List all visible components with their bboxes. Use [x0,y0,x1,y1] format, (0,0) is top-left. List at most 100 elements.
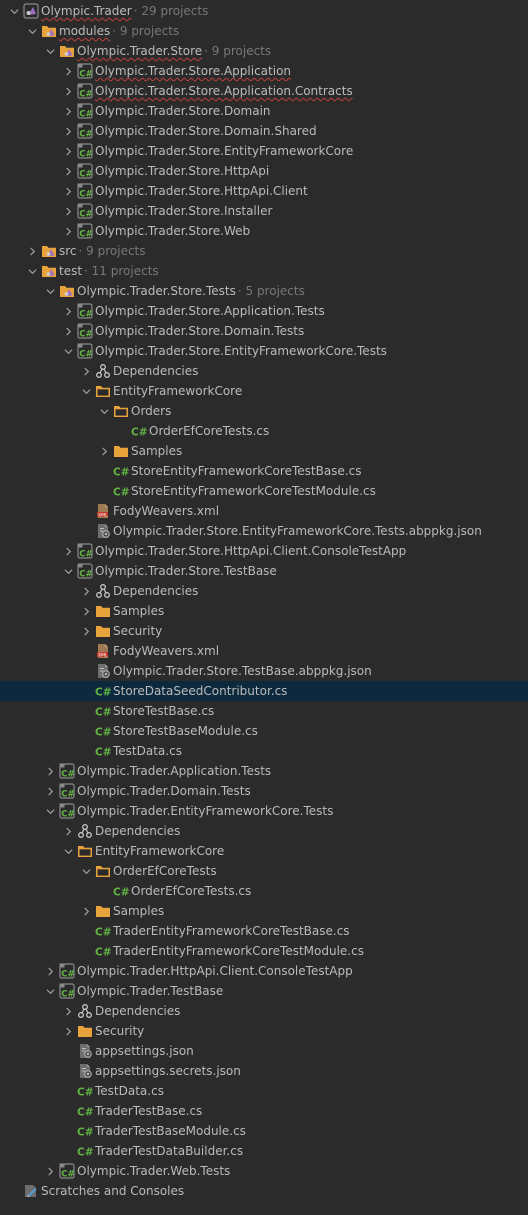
tree-row[interactable]: Security [0,1021,528,1041]
tree-row[interactable]: C# Olympic.Trader.Store.HttpApi.Client [0,181,528,201]
expand-arrow-closed-icon[interactable] [59,81,77,101]
expand-arrow-closed-icon[interactable] [59,1021,77,1041]
expand-arrow-closed-icon[interactable] [41,761,59,781]
tree-row[interactable]: C# Olympic.Trader.Store.Installer [0,201,528,221]
tree-row[interactable]: C# Olympic.Trader.Domain.Tests [0,781,528,801]
tree-row[interactable]: appsettings.secrets.json [0,1061,528,1081]
expand-arrow-closed-icon[interactable] [59,1001,77,1021]
tree-row[interactable]: Dependencies [0,1001,528,1021]
tree-row[interactable]: C# Olympic.Trader.Store.Domain [0,101,528,121]
expand-arrow-open-icon[interactable] [41,41,59,61]
tree-row[interactable]: C# TraderEntityFrameworkCoreTestModule.cs [0,941,528,961]
expand-arrow-closed-icon[interactable] [77,621,95,641]
tree-row[interactable]: C# Olympic.Trader.Store.Application.Contr… [0,81,528,101]
tree-row[interactable]: C# StoreTestBaseModule.cs [0,721,528,741]
tree-row-selected[interactable]: C# StoreDataSeedContributor.cs [0,681,528,701]
expand-arrow-closed-icon[interactable] [41,1161,59,1181]
tree-row[interactable]: C# Olympic.Trader.Store.EntityFrameworkCo… [0,341,528,361]
tree-row[interactable]: C# TestData.cs [0,1081,528,1101]
expand-arrow-open-icon[interactable] [5,1,23,21]
tree-row[interactable]: C# Olympic.Trader.HttpApi.Client.ConsoleT… [0,961,528,981]
tree-row[interactable]: C# OrderEfCoreTests.cs [0,421,528,441]
tree-row[interactable]: C# Olympic.Trader.Store.Domain.Shared [0,121,528,141]
expand-arrow-closed-icon[interactable] [59,161,77,181]
expand-arrow-open-icon[interactable] [59,561,77,581]
tree-row[interactable]: C# Olympic.Trader.Store.Application [0,61,528,81]
expand-arrow-closed-icon[interactable] [59,221,77,241]
expand-arrow-closed-icon[interactable] [59,61,77,81]
tree-row[interactable]: EntityFrameworkCore [0,841,528,861]
expand-arrow-closed-icon[interactable] [59,101,77,121]
tree-row[interactable]: C# Olympic.Trader.Store.Domain.Tests [0,321,528,341]
tree-row[interactable]: Samples [0,601,528,621]
tree-row[interactable]: C# TraderTestBase.cs [0,1101,528,1121]
expand-arrow-open-icon[interactable] [59,341,77,361]
tree-row[interactable]: C# OrderEfCoreTests.cs [0,881,528,901]
tree-row[interactable]: XML FodyWeavers.xml [0,501,528,521]
expand-arrow-closed-icon[interactable] [59,141,77,161]
tree-row[interactable]: Samples [0,901,528,921]
expand-arrow-closed-icon[interactable] [77,361,95,381]
tree-row[interactable]: C# Olympic.Trader.Store.TestBase [0,561,528,581]
expand-arrow-open-icon[interactable] [41,981,59,1001]
tree-row[interactable]: Orders [0,401,528,421]
tree-row[interactable]: EntityFrameworkCore [0,381,528,401]
tree-row[interactable]: C# Olympic.Trader.Store.Application.Tests [0,301,528,321]
tree-row[interactable]: C# Olympic.Trader.Store.Web [0,221,528,241]
tree-row[interactable]: Olympic.Trader.Store.TestBase.abppkg.jso… [0,661,528,681]
expand-arrow-closed-icon[interactable] [41,961,59,981]
expand-arrow-closed-icon[interactable] [95,441,113,461]
expand-arrow-closed-icon[interactable] [59,121,77,141]
expand-arrow-closed-icon[interactable] [59,321,77,341]
expand-arrow-closed-icon[interactable] [23,241,41,261]
tree-row[interactable]: C# Olympic.Trader.EntityFrameworkCore.Tes… [0,801,528,821]
tree-row[interactable]: Security [0,621,528,641]
expand-arrow-open-icon[interactable] [77,861,95,881]
expand-arrow-closed-icon[interactable] [59,301,77,321]
expand-arrow-closed-icon[interactable] [59,181,77,201]
tree-row[interactable]: Olympic.Trader.Store · 9 projects [0,41,528,61]
tree-row[interactable]: C# StoreEntityFrameworkCoreTestBase.cs [0,461,528,481]
tree-row[interactable]: src · 9 projects [0,241,528,261]
tree-row[interactable]: modules · 9 projects [0,21,528,41]
tree-row[interactable]: C# TraderEntityFrameworkCoreTestBase.cs [0,921,528,941]
tree-row[interactable]: Dependencies [0,821,528,841]
tree-row[interactable]: OrderEfCoreTests [0,861,528,881]
expand-arrow-closed-icon[interactable] [59,541,77,561]
tree-row[interactable]: Olympic.Trader · 29 projects [0,1,528,21]
tree-row[interactable]: Dependencies [0,361,528,381]
tree-row[interactable]: C# Olympic.Trader.Web.Tests [0,1161,528,1181]
tree-row[interactable]: C# Olympic.Trader.Application.Tests [0,761,528,781]
tree-row[interactable]: C# Olympic.Trader.Store.EntityFrameworkCo… [0,141,528,161]
tree-row[interactable]: C# Olympic.Trader.Store.HttpApi [0,161,528,181]
tree-row[interactable]: C# StoreTestBase.cs [0,701,528,721]
expand-arrow-closed-icon[interactable] [77,601,95,621]
expand-arrow-closed-icon[interactable] [41,781,59,801]
expand-arrow-open-icon[interactable] [41,801,59,821]
tree-row[interactable]: appsettings.json [0,1041,528,1061]
expand-arrow-open-icon[interactable] [59,841,77,861]
expand-arrow-closed-icon[interactable] [77,901,95,921]
tree-row[interactable]: XML FodyWeavers.xml [0,641,528,661]
expand-arrow-open-icon[interactable] [23,21,41,41]
tree-row[interactable]: Olympic.Trader.Store.Tests · 5 projects [0,281,528,301]
tree-row[interactable]: Scratches and Consoles [0,1181,528,1201]
tree-row[interactable]: C# Olympic.Trader.Store.HttpApi.Client.Co… [0,541,528,561]
tree-row[interactable]: C# TestData.cs [0,741,528,761]
expand-arrow-open-icon[interactable] [95,401,113,421]
tree-row[interactable]: Olympic.Trader.Store.EntityFrameworkCore… [0,521,528,541]
expand-arrow-closed-icon[interactable] [59,821,77,841]
expand-arrow-open-icon[interactable] [77,381,95,401]
expand-arrow-open-icon[interactable] [23,261,41,281]
expand-arrow-closed-icon[interactable] [77,581,95,601]
tree-row[interactable]: test · 11 projects [0,261,528,281]
expand-arrow-open-icon[interactable] [41,281,59,301]
tree-item-label: OrderEfCoreTests.cs [149,424,270,438]
tree-row[interactable]: Dependencies [0,581,528,601]
tree-row[interactable]: C# StoreEntityFrameworkCoreTestModule.cs [0,481,528,501]
tree-row[interactable]: C# TraderTestBaseModule.cs [0,1121,528,1141]
tree-row[interactable]: Samples [0,441,528,461]
expand-arrow-closed-icon[interactable] [59,201,77,221]
tree-row[interactable]: C# Olympic.Trader.TestBase [0,981,528,1001]
tree-row[interactable]: C# TraderTestDataBuilder.cs [0,1141,528,1161]
